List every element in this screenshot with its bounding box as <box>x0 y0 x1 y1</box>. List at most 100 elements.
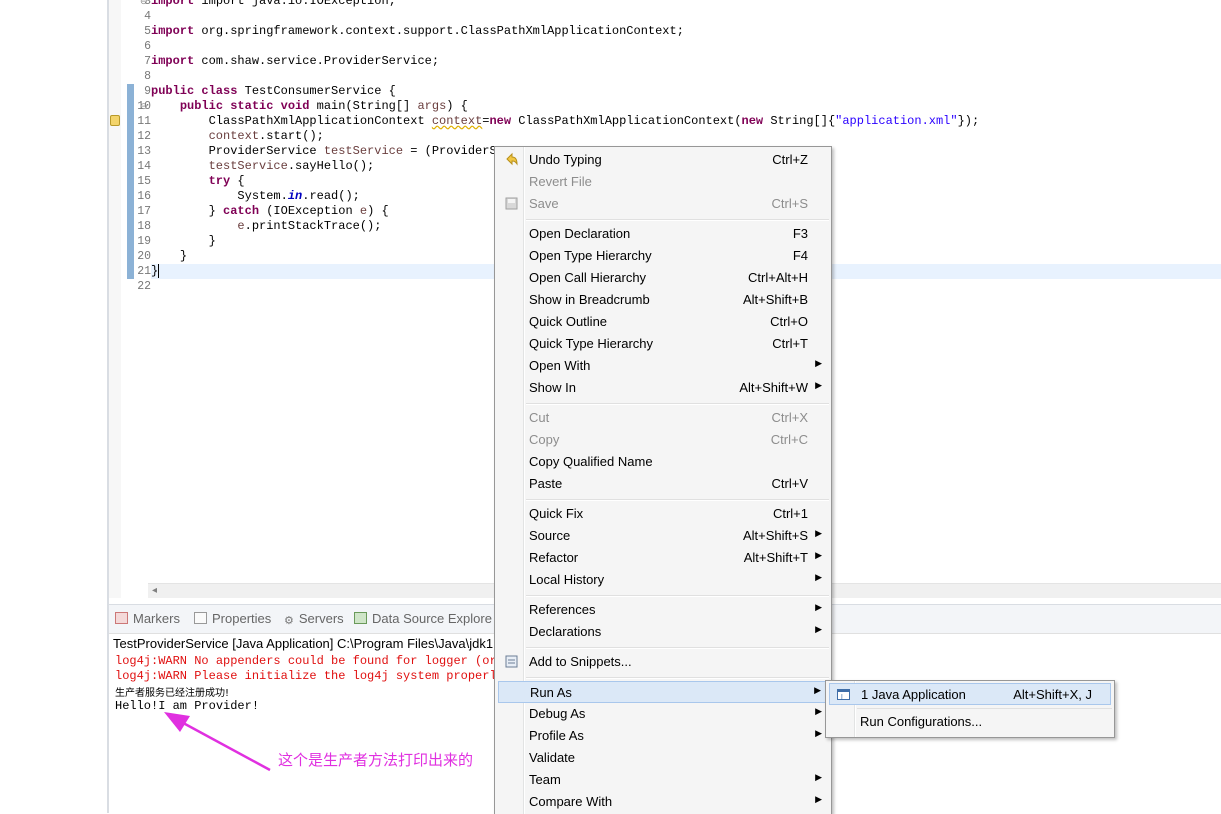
snippets-icon <box>505 655 518 668</box>
menu-item-java-application[interactable]: J 1 Java Application Alt+Shift+X, J <box>829 683 1111 705</box>
menu-item-paste[interactable]: Paste Ctrl+V <box>498 473 828 495</box>
menu-item-add-to-snippets[interactable]: Add to Snippets... <box>498 651 828 673</box>
scroll-left-icon[interactable]: ◂ <box>152 585 157 596</box>
line-number: 6 <box>144 40 151 53</box>
submenu-arrow-icon: ▶ <box>815 572 822 582</box>
markers-icon <box>115 612 128 624</box>
annotation-text: 这个是生产者方法打印出来的 <box>278 752 474 769</box>
tab-servers[interactable]: ⚙ Servers <box>284 611 344 627</box>
menu-item-compare-with[interactable]: Compare With ▶ <box>498 791 828 813</box>
line-number: 14 <box>137 160 151 173</box>
tab-properties[interactable]: Properties <box>194 611 271 626</box>
code-line: } <box>208 234 216 248</box>
menu-item-open-with[interactable]: Open With ▶ <box>498 355 828 377</box>
menu-separator <box>526 647 829 649</box>
menu-separator <box>526 677 829 679</box>
line-number: 5 <box>144 25 151 38</box>
line-number: 7 <box>144 55 151 68</box>
menu-item-save: Save Ctrl+S <box>498 193 828 215</box>
fold-collapse-icon[interactable]: ⊖ <box>140 0 148 7</box>
line-number: 8 <box>144 70 151 83</box>
code-line: ClassPathXmlApplicationContext context=n… <box>208 114 980 128</box>
save-icon <box>505 197 518 210</box>
properties-icon <box>194 612 207 624</box>
menu-item-undo-typing[interactable]: Undo Typing Ctrl+Z <box>498 149 828 171</box>
menu-item-quick-fix[interactable]: Quick Fix Ctrl+1 <box>498 503 828 525</box>
code-line: System.in.read(); <box>237 189 360 203</box>
code-line: public static void main(String[] args) { <box>179 99 468 113</box>
line-number: 4 <box>144 10 151 23</box>
line-number: 20 <box>137 250 151 263</box>
menu-item-validate[interactable]: Validate <box>498 747 828 769</box>
code-line: testService.sayHello(); <box>208 159 375 173</box>
console-line: log4j:WARN Please initialize the log4j s… <box>115 669 504 683</box>
tab-markers[interactable]: Markers <box>115 611 180 626</box>
code-line: try { <box>208 174 245 188</box>
java-app-icon: J <box>837 689 850 701</box>
menu-item-profile-as[interactable]: Profile As ▶ <box>498 725 828 747</box>
left-panel <box>0 0 108 813</box>
menu-separator <box>857 708 1112 709</box>
menu-item-quick-outline[interactable]: Quick Outline Ctrl+O <box>498 311 828 333</box>
annotation-ruler <box>109 0 121 598</box>
submenu-arrow-icon: ▶ <box>815 528 822 538</box>
menu-item-run-configurations[interactable]: Run Configurations... <box>829 711 1111 733</box>
code-line: import import java.io.IOException; <box>151 0 396 8</box>
data-source-icon <box>354 612 367 624</box>
undo-icon <box>506 152 518 166</box>
tab-data-source-explorer[interactable]: Data Source Explore <box>354 611 492 626</box>
menu-item-copy: Copy Ctrl+C <box>529 432 808 447</box>
code-line: ProviderService testService = (ProviderS… <box>208 144 504 158</box>
menu-item-declarations[interactable]: Declarations ▶ <box>498 621 828 643</box>
line-number: 12 <box>137 130 151 143</box>
line-number: 16 <box>137 190 151 203</box>
svg-text:J: J <box>840 694 843 701</box>
menu-item-local-history[interactable]: Local History ▶ <box>498 569 828 591</box>
menu-item-show-in-breadcrumb[interactable]: Show in Breadcrumb Alt+Shift+B <box>498 289 828 311</box>
line-number: 15 <box>137 175 151 188</box>
submenu-arrow-icon: ▶ <box>815 728 822 738</box>
menu-separator <box>526 219 829 221</box>
console-line: log4j:WARN No appenders could be found f… <box>115 654 504 668</box>
menu-item-debug-as[interactable]: Debug As ▶ <box>498 703 828 725</box>
menu-item-show-in[interactable]: Show In Alt+Shift+W ▶ <box>498 377 828 399</box>
submenu-arrow-icon: ▶ <box>815 380 822 390</box>
line-number: 18 <box>137 220 151 233</box>
line-number: 11 <box>137 115 151 128</box>
submenu-arrow-icon: ▶ <box>815 706 822 716</box>
menu-item-quick-type-hierarchy[interactable]: Quick Type Hierarchy Ctrl+T <box>498 333 828 355</box>
line-number-ruler: 3 4 5 6 7 8 9 10 11 12 13 14 15 16 17 18… <box>121 0 151 598</box>
submenu-arrow-icon: ▶ <box>815 358 822 368</box>
menu-item-open-call-hierarchy[interactable]: Open Call Hierarchy Ctrl+Alt+H <box>498 267 828 289</box>
line-number: 22 <box>137 280 151 293</box>
submenu-arrow-icon: ▶ <box>815 794 822 804</box>
fold-collapse-icon[interactable]: ⊖ <box>140 101 148 112</box>
submenu-arrow-icon: ▶ <box>815 602 822 612</box>
menu-separator <box>526 499 829 501</box>
run-as-submenu: J 1 Java Application Alt+Shift+X, J Run C… <box>825 680 1115 738</box>
code-line: context.start(); <box>208 129 324 143</box>
submenu-arrow-icon: ▶ <box>815 772 822 782</box>
menu-separator <box>526 403 829 405</box>
submenu-arrow-icon: ▶ <box>815 624 822 634</box>
line-number: 21 <box>137 265 151 278</box>
code-line: } <box>179 249 188 263</box>
line-number: 9 <box>144 85 151 98</box>
submenu-arrow-icon: ▶ <box>815 550 822 560</box>
code-line: }​ <box>151 264 160 278</box>
menu-item-source[interactable]: Source Alt+Shift+S ▶ <box>498 525 828 547</box>
context-menu: Undo Typing Ctrl+Z Revert File Save Ctrl+S… <box>494 146 832 814</box>
menu-separator <box>526 595 829 597</box>
menu-item-open-type-hierarchy[interactable]: Open Type Hierarchy F4 <box>498 245 828 267</box>
menu-item-open-declaration[interactable]: Open Declaration F3 <box>498 223 828 245</box>
annotation-arrow <box>164 712 271 772</box>
menu-item-run-as[interactable]: Run As ▶ <box>498 681 828 703</box>
menu-item-references[interactable]: References ▶ <box>498 599 828 621</box>
menu-item-refactor[interactable]: Refactor Alt+Shift+T ▶ <box>498 547 828 569</box>
menu-item-copy-qualified-name[interactable]: Copy Qualified Name <box>498 451 828 473</box>
code-line: e.printStackTrace(); <box>237 219 382 233</box>
menu-item-team[interactable]: Team ▶ <box>498 769 828 791</box>
menu-item-revert-file: Revert File <box>529 174 592 189</box>
warning-lightbulb-icon[interactable] <box>110 115 120 126</box>
menu-item-cut: Cut Ctrl+X <box>529 410 808 425</box>
